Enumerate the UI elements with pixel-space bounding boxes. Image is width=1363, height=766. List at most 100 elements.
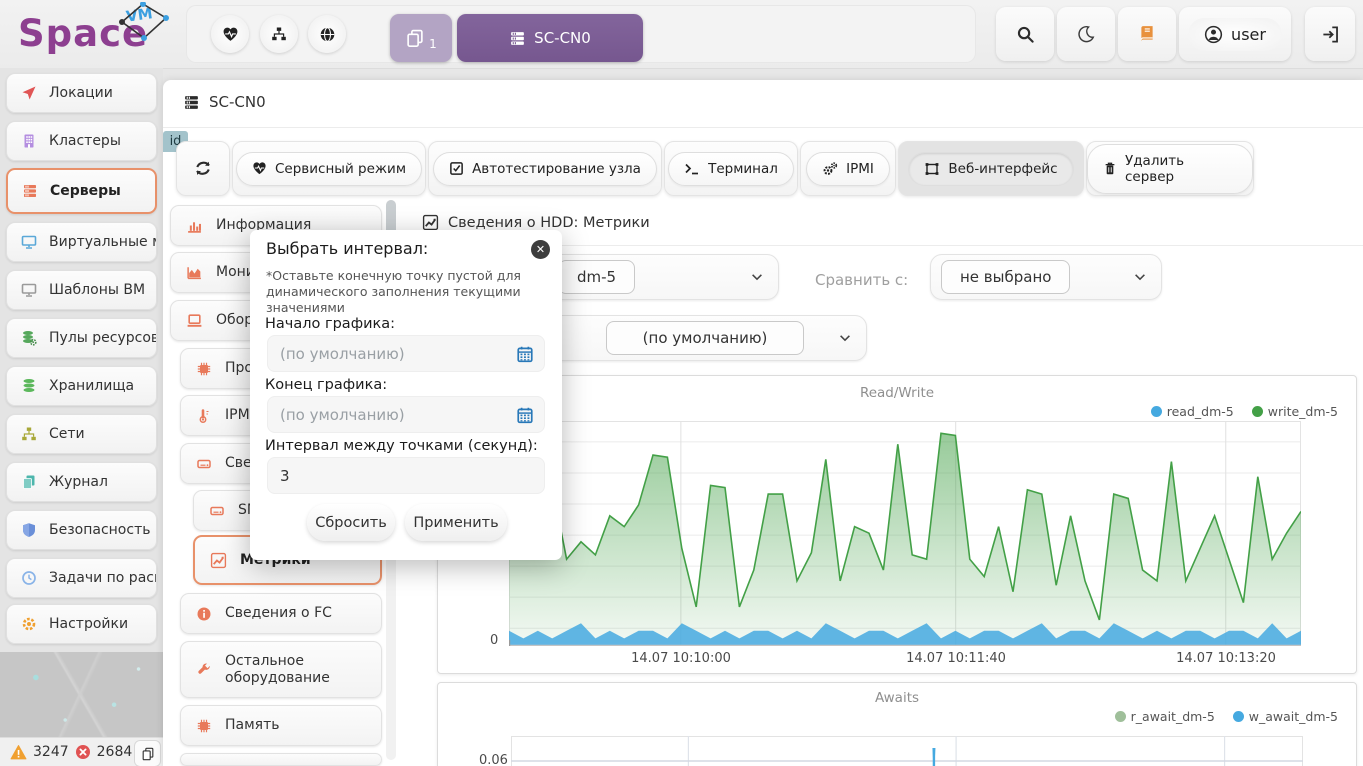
shield-icon: [21, 522, 37, 538]
legend-item[interactable]: r_await_dm-5: [1115, 709, 1215, 724]
sidebar-item-virtual-machines[interactable]: Виртуальные ма: [6, 222, 157, 262]
wrench-icon: [196, 662, 212, 678]
sidebar-item-locations[interactable]: Локации: [6, 73, 157, 113]
interval-value-chip[interactable]: (по умолчанию): [606, 321, 804, 355]
sidebar-item-label: Безопасность: [49, 522, 150, 538]
copy-counters-button[interactable]: [134, 740, 161, 766]
copy-icon: [405, 28, 425, 48]
subnav-label: Остальное оборудование: [225, 653, 375, 685]
monitor-icon: [21, 282, 37, 298]
tab-sc-cn0[interactable]: SC-CN0: [457, 14, 643, 62]
theme-toggle-button[interactable]: [1057, 7, 1115, 61]
sidebar-item-security[interactable]: Безопасность: [6, 510, 157, 550]
subnav-item-memory[interactable]: Память: [180, 705, 382, 746]
read-write-chart-card: Read/Write read_dm-5 write_dm-5 0 14.07 …: [437, 375, 1357, 674]
x-axis-tick: 14.07 10:11:40: [906, 651, 1006, 666]
warning-count[interactable]: 3247: [33, 744, 69, 760]
reset-label: Сбросить: [315, 515, 387, 531]
end-placeholder: (по умолчанию): [280, 406, 405, 424]
end-date-input[interactable]: (по умолчанию): [267, 396, 545, 433]
monitor-icon: [21, 234, 37, 250]
sidebar-item-storages[interactable]: Хранилища: [6, 366, 157, 406]
legend-item[interactable]: write_dm-5: [1252, 404, 1338, 419]
device-dropdown[interactable]: dm-5: [547, 254, 779, 300]
sidebar-item-clusters[interactable]: Кластеры: [6, 121, 157, 161]
legend-item[interactable]: w_await_dm-5: [1233, 709, 1338, 724]
server-icon: [509, 30, 526, 47]
calendar-icon[interactable]: [516, 345, 534, 363]
chart-legend: r_await_dm-5 w_await_dm-5: [1115, 709, 1338, 724]
sidebar-item-vm-templates[interactable]: Шаблоны ВМ: [6, 270, 157, 310]
start-date-input[interactable]: (по умолчанию): [267, 335, 545, 372]
step-input[interactable]: 3: [267, 457, 545, 494]
subnav-item-other-hardware[interactable]: Остальное оборудование: [180, 641, 382, 698]
copy-icon: [141, 747, 155, 761]
legend-label: r_await_dm-5: [1131, 709, 1215, 724]
server-icon: [183, 94, 200, 111]
close-icon[interactable]: ✕: [531, 240, 550, 259]
legend-item[interactable]: read_dm-5: [1151, 404, 1234, 419]
step-label: Интервал между точками (секунд):: [265, 438, 538, 454]
sidebar-item-label: Хранилища: [49, 378, 134, 394]
chevron-down-icon: [838, 331, 852, 345]
sitemap-icon: [21, 426, 37, 442]
search-icon: [1016, 25, 1035, 44]
window-icon: [924, 161, 940, 177]
logout-button[interactable]: [1305, 7, 1355, 61]
laptop-icon: [186, 312, 203, 329]
sidebar-item-resource-pools[interactable]: Пулы ресурсов: [6, 318, 157, 358]
subnav-item-fc-info[interactable]: Сведения о FC: [180, 593, 382, 634]
sidebar-item-networks[interactable]: Сети: [6, 414, 157, 454]
compare-value-chip[interactable]: не выбрано: [941, 260, 1070, 294]
app-logo[interactable]: Space VM: [18, 10, 178, 60]
compare-dropdown[interactable]: не выбрано: [930, 254, 1162, 300]
read-write-plot[interactable]: [509, 421, 1301, 646]
x-axis-tick: 14.07 10:10:00: [631, 651, 731, 666]
files-icon: [21, 474, 37, 490]
search-button[interactable]: [996, 7, 1054, 61]
hierarchy-button[interactable]: [260, 15, 298, 53]
calendar-icon[interactable]: [516, 406, 534, 424]
ipmi-button[interactable]: IPMI: [800, 141, 896, 196]
globe-button[interactable]: [308, 15, 346, 53]
user-menu-button[interactable]: user: [1179, 7, 1291, 61]
sidebar-item-label: Настройки: [49, 616, 128, 632]
web-interface-button[interactable]: Веб-интерфейс: [898, 141, 1084, 196]
refresh-button[interactable]: [176, 141, 230, 196]
error-count[interactable]: 2684: [97, 744, 133, 760]
sidebar-item-scheduled-tasks[interactable]: Задачи по распи: [6, 558, 157, 598]
awaits-plot[interactable]: [511, 736, 1303, 766]
subnav-item-partial[interactable]: [180, 753, 382, 766]
service-mode-button[interactable]: Сервисный режим: [232, 141, 426, 196]
docs-button[interactable]: [1118, 7, 1176, 61]
reset-button[interactable]: Сбросить: [307, 504, 395, 541]
globe-icon: [319, 26, 336, 43]
legend-dot: [1252, 406, 1263, 417]
sidebar-item-journal[interactable]: Журнал: [6, 462, 157, 502]
sidebar-item-label: Задачи по распи: [49, 570, 157, 586]
legend-dot: [1151, 406, 1162, 417]
gears-icon: [822, 161, 838, 177]
sidebar-item-settings[interactable]: Настройки: [6, 604, 157, 644]
popup-title: Выбрать интервал:: [266, 239, 428, 258]
legend-dot: [1233, 711, 1244, 722]
autotest-button[interactable]: Автотестирование узла: [428, 141, 662, 196]
tab-group-1[interactable]: 1: [390, 14, 452, 62]
terminal-button[interactable]: Терминал: [664, 141, 798, 196]
ipmi-label: IPMI: [846, 161, 874, 177]
sidebar-item-label: Серверы: [50, 183, 121, 199]
sidebar-item-label: Шаблоны ВМ: [49, 282, 145, 298]
interval-picker-popup: Выбрать интервал: ✕ *Оставьте конечную т…: [250, 230, 562, 560]
end-label: Конец графика:: [265, 377, 387, 393]
chevron-down-icon: [1133, 270, 1147, 284]
start-placeholder: (по умолчанию): [280, 345, 405, 363]
sidebar-item-label: Журнал: [49, 474, 108, 490]
database-icon: [21, 378, 37, 394]
device-value-chip[interactable]: dm-5: [558, 260, 635, 294]
delete-server-button[interactable]: Удалить сервер: [1086, 141, 1254, 196]
health-status-button[interactable]: [211, 15, 249, 53]
apply-button[interactable]: Применить: [405, 504, 507, 541]
legend-label: w_await_dm-5: [1249, 709, 1338, 724]
sidebar-item-servers[interactable]: Серверы: [6, 168, 157, 214]
chip-icon: [196, 718, 212, 734]
